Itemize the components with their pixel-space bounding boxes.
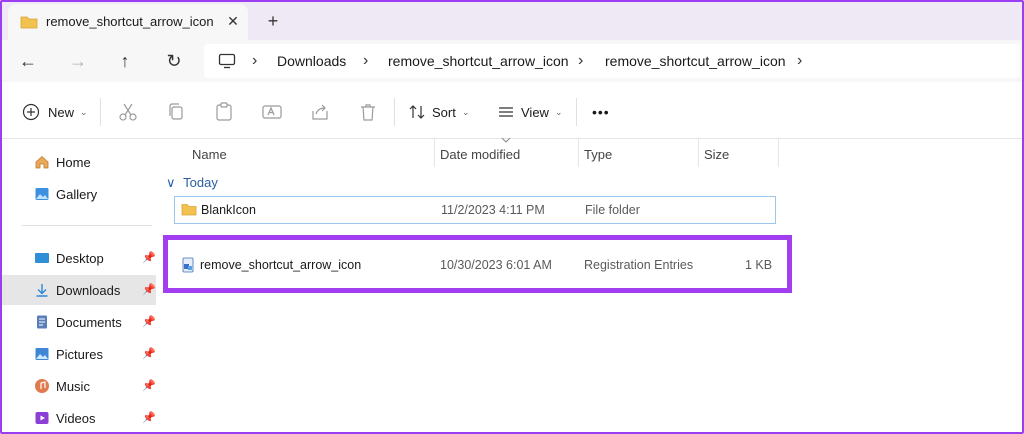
column-header-type[interactable]: Type: [584, 147, 612, 162]
documents-icon: [37, 315, 47, 329]
column-header-name[interactable]: Name: [192, 147, 227, 162]
tab-remove-shortcut-arrow-icon[interactable]: remove_shortcut_arrow_icon ✕: [8, 4, 248, 40]
videos-icon: [35, 412, 49, 424]
pin-icon[interactable]: 📌: [142, 411, 156, 424]
sidebar-item-pictures[interactable]: Pictures 📌: [2, 339, 156, 369]
plus-circle-icon: [22, 103, 40, 121]
delete-icon[interactable]: [356, 100, 380, 124]
share-icon[interactable]: [308, 100, 332, 124]
group-label: Today: [183, 175, 218, 190]
sidebar-item-label: Desktop: [56, 251, 104, 266]
breadcrumb-more[interactable]: ›: [797, 52, 802, 70]
sort-icon: [409, 105, 425, 119]
view-icon: [499, 107, 513, 117]
navigation-bar: ← → ↑ ↻ › Downloads › remove_shortcut_ar…: [2, 40, 1022, 82]
breadcrumb-folder-2[interactable]: remove_shortcut_arrow_icon: [605, 53, 786, 69]
sidebar-item-label: Music: [56, 379, 90, 394]
sidebar-item-home[interactable]: Home: [2, 147, 156, 177]
new-tab-button[interactable]: +: [262, 10, 284, 32]
navigation-pane: Home Gallery Desktop 📌 Downloads 📌 Docum…: [2, 139, 158, 432]
close-tab-icon[interactable]: ✕: [223, 11, 243, 31]
sidebar-item-downloads[interactable]: Downloads 📌: [2, 275, 156, 305]
view-button[interactable]: View ⌄: [497, 100, 563, 124]
breadcrumb-downloads[interactable]: Downloads: [277, 53, 346, 69]
gallery-icon: [35, 188, 49, 200]
pin-icon[interactable]: 📌: [142, 251, 156, 264]
divider: [394, 98, 395, 126]
explorer-window: remove_shortcut_arrow_icon ✕ + ← → ↑ ↻ ›…: [0, 0, 1024, 434]
tab-strip: remove_shortcut_arrow_icon ✕ +: [2, 2, 1022, 40]
breadcrumb-separator: ›: [363, 52, 369, 69]
new-label: New: [48, 104, 75, 120]
new-button[interactable]: New ⌄: [22, 100, 88, 124]
file-date: 11/2/2023 4:11 PM: [441, 203, 545, 217]
pin-icon[interactable]: 📌: [142, 315, 156, 328]
sidebar-item-gallery[interactable]: Gallery: [2, 179, 156, 209]
music-icon: [35, 379, 49, 393]
sidebar-item-label: Downloads: [56, 283, 121, 298]
cut-icon[interactable]: [116, 100, 140, 124]
sort-button[interactable]: Sort ⌄: [408, 100, 469, 124]
view-label: View: [521, 104, 549, 120]
divider: [100, 98, 101, 126]
rename-icon[interactable]: [260, 100, 284, 124]
refresh-button[interactable]: ↻: [162, 49, 186, 73]
sidebar-divider: [22, 225, 152, 226]
tab-title: remove_shortcut_arrow_icon: [46, 14, 214, 29]
command-bar: New ⌄ Sort ⌄ View ⌄ •••: [2, 86, 1022, 139]
sidebar-item-desktop[interactable]: Desktop 📌: [2, 243, 156, 273]
back-button[interactable]: ←: [16, 49, 40, 73]
folder-icon: [20, 16, 38, 29]
address-bar[interactable]: › Downloads › remove_shortcut_arrow_icon…: [204, 44, 1020, 78]
sort-label: Sort: [432, 104, 456, 120]
folder-icon: [181, 204, 197, 216]
sidebar-item-music[interactable]: Music 📌: [2, 371, 156, 401]
column-separator: [698, 139, 699, 167]
sidebar-item-label: Gallery: [56, 187, 98, 202]
up-button[interactable]: ↑: [113, 49, 137, 73]
pictures-icon: [35, 348, 49, 360]
paste-icon[interactable]: [212, 100, 236, 124]
file-name: BlankIcon: [201, 203, 256, 217]
breadcrumb-separator: ›: [252, 52, 258, 69]
sidebar-item-label: Pictures: [56, 347, 103, 362]
breadcrumb-folder-1[interactable]: remove_shortcut_arrow_icon: [388, 53, 569, 69]
this-pc-icon: [218, 53, 236, 69]
sidebar-item-label: Documents: [56, 315, 122, 330]
copy-icon[interactable]: [164, 100, 188, 124]
column-separator: [434, 139, 435, 167]
column-separator: [778, 139, 779, 167]
sort-indicator-icon: [501, 137, 511, 143]
sidebar-item-documents[interactable]: Documents 📌: [2, 307, 156, 337]
column-header-date[interactable]: Date modified: [440, 147, 520, 162]
chevron-down-icon: ⌄: [80, 106, 88, 117]
sidebar-item-label: Videos: [56, 411, 96, 426]
file-type: File folder: [585, 203, 640, 217]
pin-icon[interactable]: 📌: [142, 283, 156, 296]
column-header-size[interactable]: Size: [704, 147, 729, 162]
downloads-icon: [36, 284, 48, 297]
forward-button[interactable]: →: [66, 49, 90, 73]
chevron-down-icon: ⌄: [554, 106, 563, 117]
pin-icon[interactable]: 📌: [142, 347, 156, 360]
more-options-button[interactable]: •••: [592, 100, 610, 124]
file-row[interactable]: BlankIcon 11/2/2023 4:11 PM File folder: [174, 196, 776, 224]
highlight-box: [163, 235, 792, 293]
sidebar-item-label: Home: [56, 155, 91, 170]
chevron-down-icon: ∨: [166, 175, 176, 190]
divider: [576, 98, 577, 126]
pin-icon[interactable]: 📌: [142, 379, 156, 392]
desktop-icon: [35, 253, 49, 263]
home-icon: [35, 155, 49, 169]
group-header-today[interactable]: ∨ Today: [166, 175, 218, 191]
sidebar-item-videos[interactable]: Videos 📌: [2, 403, 156, 432]
breadcrumb-separator: ›: [578, 52, 584, 69]
column-separator: [578, 139, 579, 167]
chevron-down-icon: ⌄: [461, 106, 470, 117]
